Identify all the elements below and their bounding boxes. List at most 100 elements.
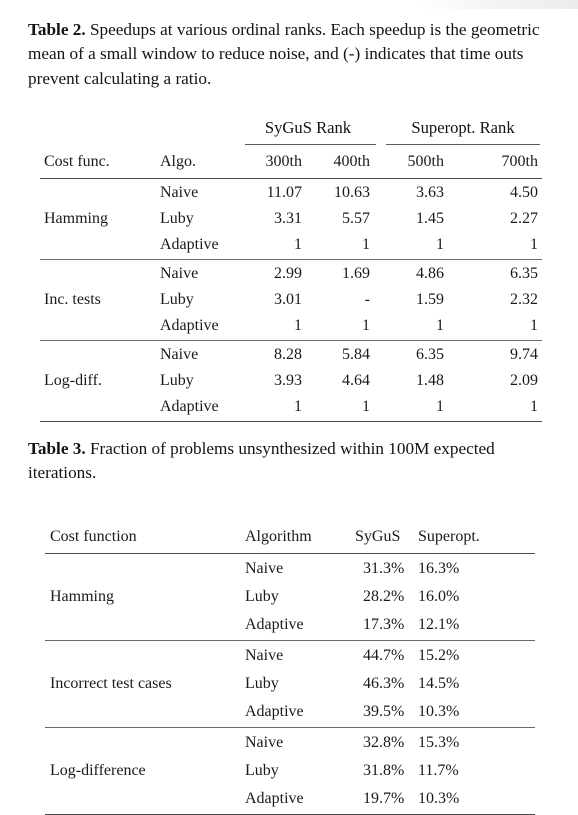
table2-col-300th: 300th: [265, 153, 302, 170]
table2-g1-r0-300th: 2.99: [274, 265, 302, 282]
table3-g1-r1-sygus: 46.3%: [363, 675, 405, 692]
table3-g2-cost-function: Log-difference: [50, 762, 146, 779]
table3-g2-r1-algo: Luby: [245, 762, 279, 779]
table3-g0-cost-function: Hamming: [50, 588, 114, 605]
table2-g1-r2-400th: 1: [362, 317, 370, 334]
table2-g2-r2-700th: 1: [530, 398, 538, 415]
table3-col-superopt: Superopt.: [418, 528, 480, 545]
table-row: Naive 8.28 5.84 6.35 9.74: [0, 342, 578, 368]
table3-g2-r2-sygus: 19.7%: [363, 790, 405, 807]
table2-g0-r2-700th: 1: [530, 236, 538, 253]
table2-g0-r1-500th: 1.45: [416, 210, 444, 227]
table2-g2-r1-300th: 3.93: [274, 372, 302, 389]
table3-g1-r2-algo: Adaptive: [245, 703, 304, 720]
table-row: Naive 2.99 1.69 4.86 6.35: [0, 261, 578, 287]
table2-g1-r2-700th: 1: [530, 317, 538, 334]
table2-g0-r1-400th: 5.57: [342, 210, 370, 227]
table3-g2-r0-sygus: 32.8%: [363, 734, 405, 751]
table3-g2-r1-sygus: 31.8%: [363, 762, 405, 779]
table3-rule-group-2: [45, 727, 535, 729]
table2-cmidrule-sygus: [245, 144, 376, 146]
table2-col-500th: 500th: [407, 153, 444, 170]
table-row: Log-difference Luby 31.8% 11.7%: [0, 757, 578, 785]
table-row: Adaptive 1 1 1 1: [0, 232, 578, 258]
table3-g2-r0-algo: Naive: [245, 734, 284, 751]
table2-g2-r2-300th: 1: [294, 398, 302, 415]
table3-g0-r1-sygus: 28.2%: [363, 588, 405, 605]
table3-g1-cost-function: Incorrect test cases: [50, 675, 172, 692]
table2-g2-r0-400th: 5.84: [342, 346, 370, 363]
table-row: Naive 31.3% 16.3%: [0, 555, 578, 583]
table2-g0-r0-400th: 10.63: [334, 184, 370, 201]
table3-g0-r2-superopt: 12.1%: [418, 616, 460, 633]
table2-g2-r2-400th: 1: [362, 398, 370, 415]
table2-col-algo: Algo.: [160, 153, 196, 170]
table2-g2-r0-300th: 8.28: [274, 346, 302, 363]
table2-g0-cost-func: Hamming: [44, 210, 108, 227]
table2-col-400th: 400th: [333, 153, 370, 170]
table2: SyGuS Rank Superopt. Rank Cost func. Alg…: [0, 118, 578, 428]
table-row: Hamming Luby 3.31 5.57 1.45 2.27: [0, 206, 578, 232]
table2-g2-r2-500th: 1: [436, 398, 444, 415]
table3-caption-text: Fraction of problems unsynthesized withi…: [28, 439, 495, 483]
table2-g1-r0-400th: 1.69: [342, 265, 370, 282]
table2-col-700th: 700th: [501, 153, 538, 170]
table2-caption-label: Table 2.: [28, 20, 86, 39]
table2-g1-r0-700th: 6.35: [510, 265, 538, 282]
table3-g0-r0-superopt: 16.3%: [418, 560, 460, 577]
table3-g2-r0-superopt: 15.3%: [418, 734, 460, 751]
table2-g1-r2-300th: 1: [294, 317, 302, 334]
table2-g1-r1-300th: 3.01: [274, 291, 302, 308]
table2-g0-r1-300th: 3.31: [274, 210, 302, 227]
table2-g0-r1-700th: 2.27: [510, 210, 538, 227]
table2-g0-r2-500th: 1: [436, 236, 444, 253]
table3-rule-group-1: [45, 640, 535, 642]
table2-cmidrule-superopt: [386, 144, 540, 146]
document-page: Table 2. Speedups at various ordinal ran…: [0, 0, 578, 815]
table3-g1-r0-algo: Naive: [245, 647, 284, 664]
table-row: Inc. tests Luby 3.01 - 1.59 2.32: [0, 287, 578, 313]
table3-col-cost-function: Cost function: [50, 528, 137, 545]
table2-g1-r2-500th: 1: [436, 317, 444, 334]
table3-g1-r1-superopt: 14.5%: [418, 675, 460, 692]
table3-g2-r2-algo: Adaptive: [245, 790, 304, 807]
table2-g2-r1-700th: 2.09: [510, 372, 538, 389]
table2-col-cost-func: Cost func.: [44, 153, 110, 170]
table-row: Naive 11.07 10.63 3.63 4.50: [0, 180, 578, 206]
table-row: Adaptive 1 1 1 1: [0, 313, 578, 339]
table3-g0-r0-algo: Naive: [245, 560, 284, 577]
table2-g2-cost-func: Log-diff.: [44, 372, 102, 389]
table-row: Adaptive 19.7% 10.3%: [0, 785, 578, 813]
table3-g0-r1-algo: Luby: [245, 588, 279, 605]
table2-header-row: Cost func. Algo. 300th 400th 500th 700th: [0, 149, 578, 175]
table3-col-algorithm: Algorithm: [245, 528, 312, 545]
table3-g1-r0-sygus: 44.7%: [363, 647, 405, 664]
table3-g2-r2-superopt: 10.3%: [418, 790, 460, 807]
table3: Cost function Algorithm SyGuS Superopt. …: [0, 515, 578, 815]
table2-g2-r0-500th: 6.35: [416, 346, 444, 363]
table2-group-header-superopt: Superopt. Rank: [411, 118, 515, 137]
table2-g0-r2-400th: 1: [362, 236, 370, 253]
table2-caption: Table 2. Speedups at various ordinal ran…: [28, 18, 548, 91]
table3-g1-r0-superopt: 15.2%: [418, 647, 460, 664]
table3-g1-r1-algo: Luby: [245, 675, 279, 692]
table2-g0-r2-300th: 1: [294, 236, 302, 253]
table2-g1-r1-700th: 2.32: [510, 291, 538, 308]
table2-rule-group-2: [40, 340, 542, 342]
table2-g0-r0-700th: 4.50: [510, 184, 538, 201]
table2-g2-r1-500th: 1.48: [416, 372, 444, 389]
table2-caption-text: Speedups at various ordinal ranks. Each …: [28, 20, 540, 88]
table3-g1-r2-superopt: 10.3%: [418, 703, 460, 720]
table2-g1-r1-400th: -: [364, 291, 370, 308]
table2-group-header-sygus: SyGuS Rank: [264, 118, 352, 137]
table3-caption: Table 3. Fraction of problems unsynthesi…: [28, 437, 548, 486]
table2-g0-r0-500th: 3.63: [416, 184, 444, 201]
table3-g1-r2-sygus: 39.5%: [363, 703, 405, 720]
table2-g1-r1-500th: 1.59: [416, 291, 444, 308]
table-row: Naive 44.7% 15.2%: [0, 642, 578, 670]
table2-rule-bottom: [40, 421, 542, 423]
page-top-edge: [0, 0, 578, 9]
table-row: Log-diff. Luby 3.93 4.64 1.48 2.09: [0, 368, 578, 394]
table3-g0-r0-sygus: 31.3%: [363, 560, 405, 577]
table2-g2-r0-700th: 9.74: [510, 346, 538, 363]
